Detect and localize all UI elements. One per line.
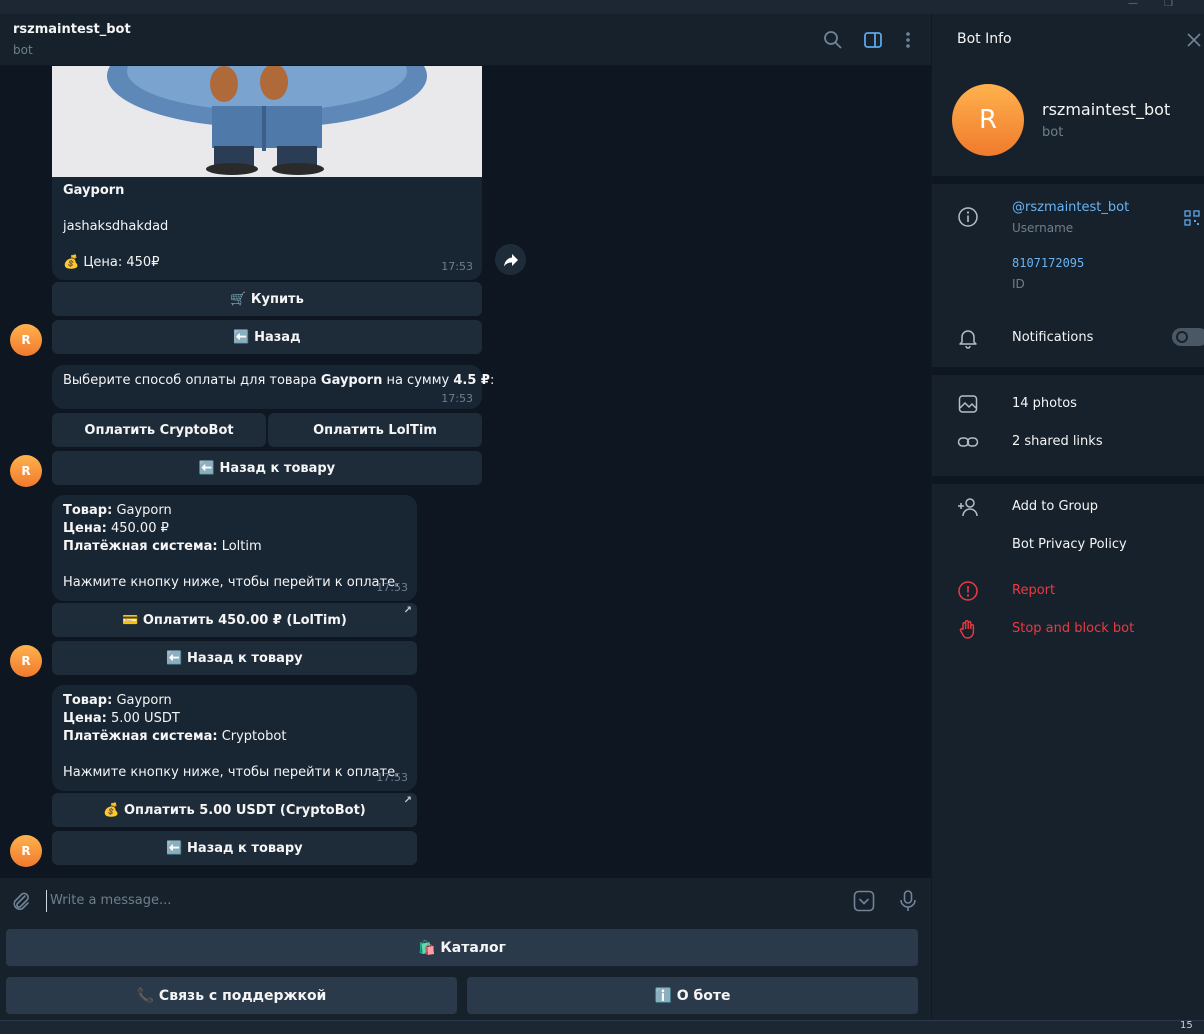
shared-links[interactable]: 2 shared links [1012,434,1103,449]
search-icon[interactable] [823,30,843,50]
window-titlebar: — ❐ [0,0,1204,14]
order-instruction: Нажмите кнопку ниже, чтобы перейти к опл… [63,575,400,590]
back-to-product-button[interactable]: ⬅️ Назад к товару [52,831,417,865]
taskbar: 15 [0,1020,1204,1034]
bot-name: rszmaintest_bot [1042,100,1171,119]
stop-hand-icon [959,620,975,639]
section-divider [932,367,1204,375]
message-list[interactable]: Gayporn jashaksdhakdad 💰 Цена: 450₽ 17:5… [0,66,931,878]
shared-photos[interactable]: 14 photos [1012,396,1077,411]
bot-privacy-policy[interactable]: Bot Privacy Policy [1012,537,1127,552]
message-composer: Write a message... [0,878,931,924]
add-to-group[interactable]: Add to Group [1012,499,1098,514]
report-button[interactable]: Report [1012,583,1055,598]
bot-avatar[interactable]: R [10,835,42,867]
sidebar-toggle-icon[interactable] [863,30,883,50]
message-input[interactable]: Write a message... [46,890,826,912]
order-instruction: Нажмите кнопку ниже, чтобы перейти к опл… [63,765,400,780]
product-name: Gayporn [63,183,125,198]
link-icon [957,437,979,447]
chat-title: rszmaintest_bot [13,22,131,37]
id-label: ID [1012,277,1025,291]
message-time: 17:53 [441,260,473,273]
info-icon [958,207,978,227]
buy-button[interactable]: 🛒 Купить [52,282,482,316]
about-bot-button[interactable]: ℹ️ О боте [467,977,918,1014]
external-link-icon: ↗ [403,605,412,616]
support-button[interactable]: 📞 Связь с поддержкой [6,977,457,1014]
bot-info-panel: Bot Info R rszmaintest_bot bot @rszmaint… [931,14,1204,1034]
notifications-label: Notifications [1012,330,1094,345]
restore-button[interactable]: ❐ [1164,0,1173,9]
bot-profile-avatar[interactable]: R [952,84,1024,156]
bell-icon [959,330,977,349]
section-divider [932,476,1204,484]
report-icon [958,581,978,601]
forward-button[interactable] [495,244,526,275]
telegram-app: rszmaintest_bot bot Gayporn jashaksdhakd… [0,14,1204,1034]
bot-avatar[interactable]: R [10,645,42,677]
bot-avatar[interactable]: R [10,324,42,356]
forward-arrow-icon [503,253,518,266]
bot-subtitle: bot [1042,125,1064,140]
qr-code-icon[interactable] [1184,210,1200,226]
payment-choice-message[interactable]: Выберите способ оплаты для товара Gaypor… [52,365,494,409]
pay-loltim-button[interactable]: Оплатить LolTim [268,413,482,447]
reply-keyboard: 🛍️ Каталог 📞 Связь с поддержкой ℹ️ О бот… [0,924,931,1034]
back-to-product-button[interactable]: ⬅️ Назад к товару [52,451,482,485]
product-description: jashaksdhakdad [63,219,169,234]
bot-username[interactable]: @rszmaintest_bot [1012,200,1129,215]
back-button[interactable]: ⬅️ Назад [52,320,482,354]
taskbar-clock: 15 [1180,1020,1193,1031]
product-message[interactable]: Gayporn jashaksdhakdad 💰 Цена: 450₽ 17:5… [52,177,482,280]
add-user-icon [958,498,978,517]
back-to-product-button[interactable]: ⬅️ Назад к товару [52,641,417,675]
pay-cryptobot-link-button[interactable]: 💰 Оплатить 5.00 USDT (CryptoBot) ↗ [52,793,417,827]
external-link-icon: ↗ [403,795,412,806]
microphone-icon[interactable] [898,889,918,913]
photo-icon [958,395,978,413]
order-loltim-message[interactable]: Товар: Gayporn Цена: 450.00 ₽ Платёжная … [52,495,417,601]
order-crypto-message[interactable]: Товар: Gayporn Цена: 5.00 USDT Платёжная… [52,685,417,791]
notifications-toggle[interactable] [1172,328,1204,346]
more-vertical-icon[interactable] [898,30,918,50]
bot-id[interactable]: 8107172095 [1012,256,1084,270]
catalog-button[interactable]: 🛍️ Каталог [6,929,918,966]
pay-cryptobot-button[interactable]: Оплатить CryptoBot [52,413,266,447]
product-photo-image [52,66,482,177]
message-time: 17:53 [376,771,408,784]
minimize-button[interactable]: — [1128,0,1138,9]
info-title: Bot Info [957,31,1012,47]
close-icon[interactable] [1186,32,1202,48]
stop-and-block-button[interactable]: Stop and block bot [1012,621,1134,636]
attach-icon[interactable] [10,890,32,912]
bot-avatar[interactable]: R [10,455,42,487]
chat-header[interactable]: rszmaintest_bot bot [0,14,931,66]
section-divider [932,176,1204,184]
bot-keyboard-icon[interactable] [853,890,875,912]
message-time: 17:53 [441,392,473,405]
message-time: 17:53 [376,581,408,594]
pay-loltim-link-button[interactable]: 💳 Оплатить 450.00 ₽ (LolTim) ↗ [52,603,417,637]
chat-subtitle: bot [13,43,33,57]
chat-area: rszmaintest_bot bot Gayporn jashaksdhakd… [0,14,931,1034]
product-price: 💰 Цена: 450₽ [63,255,160,270]
product-photo[interactable] [52,66,482,177]
username-label: Username [1012,221,1074,235]
